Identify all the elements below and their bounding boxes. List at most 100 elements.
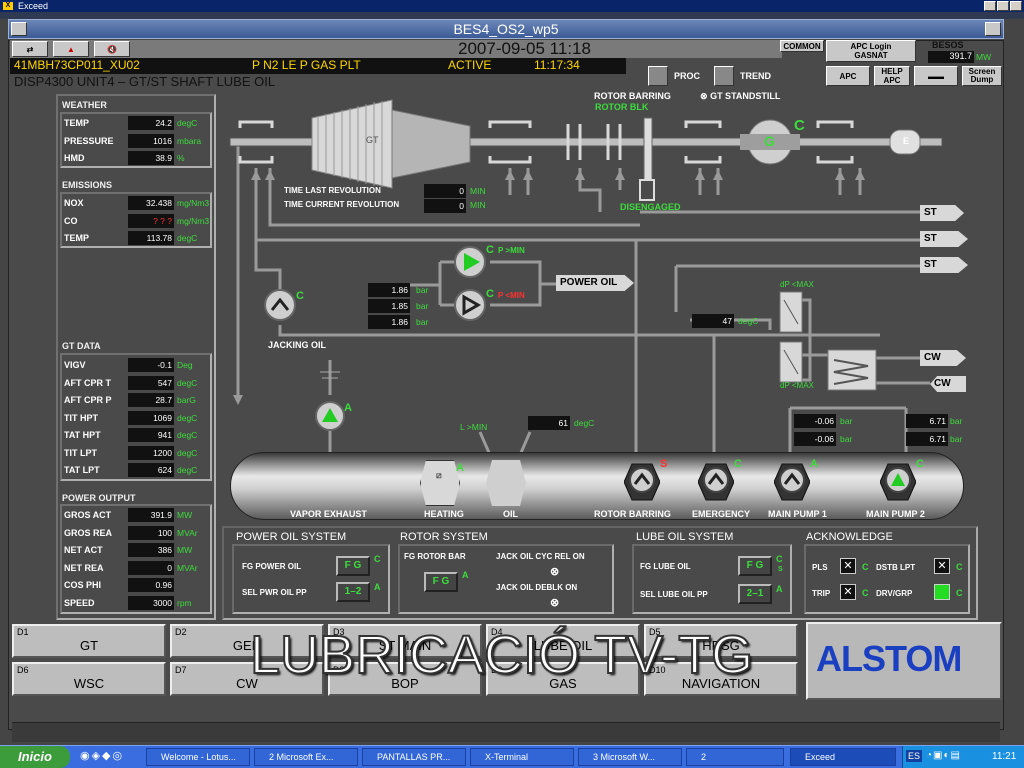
proc-indicator[interactable]	[648, 66, 668, 86]
dstb-lpt-ack-checkbox[interactable]: ✕	[934, 558, 950, 574]
gt-data-aft-cpr-p-label: AFT CPR P	[64, 395, 112, 405]
trip-c: C	[862, 588, 869, 598]
st-link-2[interactable]: ST	[920, 231, 968, 247]
power-oil-pressure-3: 1.86	[368, 315, 410, 329]
taskbar-item-1[interactable]: Welcome - Lotus...	[146, 748, 250, 766]
pls-label: PLS	[812, 563, 828, 572]
weather-hmd-label: HMD	[64, 153, 85, 163]
fg-rotor-bar-button[interactable]: F G	[424, 572, 458, 592]
emissions-nox-unit: mg/Nm3	[177, 198, 210, 208]
emissions-temp-unit: degC	[177, 233, 198, 243]
proc-label[interactable]: PROC	[674, 71, 700, 81]
st-link-1[interactable]: ST	[920, 205, 964, 221]
min-unit-1: MIN	[470, 186, 486, 196]
jack-oil-deblk-label: JACK OIL DEBLK ON	[496, 583, 578, 592]
nav-gt-button[interactable]: D1 GT	[12, 624, 166, 658]
main-pump2-label: MAIN PUMP 2	[866, 509, 925, 519]
window-title: BES4_OS2_wp5	[453, 21, 559, 37]
fg-power-oil-button[interactable]: F G	[336, 556, 370, 576]
start-button[interactable]: Inicio	[0, 746, 70, 768]
tank-pump-2[interactable]	[697, 462, 735, 502]
taskbar-item-7[interactable]: Exceed	[790, 748, 896, 766]
clock: 11:21	[992, 751, 1017, 762]
gt-data-aft-cpr-t-value: 547	[128, 376, 174, 390]
emergency-label: EMERGENCY	[692, 509, 751, 519]
pump1-bar-unit-1: bar	[840, 416, 853, 426]
nav-wsc-button[interactable]: D6 WSC	[12, 662, 166, 696]
p-min-low-label: P <MIN	[498, 291, 525, 300]
language-indicator[interactable]: ES	[906, 750, 923, 762]
gt-data-tit-lpt-unit: degC	[177, 448, 198, 458]
sel-lube-oil-pp-button[interactable]: 2–1	[738, 584, 772, 604]
tank-pump-1[interactable]	[623, 462, 661, 502]
minimize-icon[interactable]	[984, 1, 996, 11]
screen-dump-shortcut[interactable]: ▬▬	[914, 66, 958, 86]
apc-button[interactable]: APC	[826, 66, 870, 86]
besos-value: 391.7	[928, 51, 974, 63]
alarm-button[interactable]: ▲	[53, 41, 89, 57]
tank-pump-3[interactable]	[773, 462, 811, 502]
alarm-state: ACTIVE	[448, 58, 492, 72]
taskbar-item-2[interactable]: 2 Microsoft Ex...	[254, 748, 358, 766]
dstb-lpt-c: C	[956, 562, 963, 572]
pump1-bar-unit-2: bar	[840, 434, 853, 444]
window-resize-icon[interactable]	[985, 22, 1001, 36]
window-titlebar[interactable]: BES4_OS2_wp5	[8, 19, 1004, 39]
screen: X Exceed BES4_OS2_wp5 ⇄ ▲ 🔇 2007-09-05 1…	[0, 0, 1024, 768]
drv-grp-c: C	[956, 588, 963, 598]
pump-p-min-c: C	[486, 244, 494, 256]
cw-link-1[interactable]: CW	[920, 350, 966, 366]
trend-indicator[interactable]	[714, 66, 734, 86]
gt-data-tat-lpt-unit: degC	[177, 465, 198, 475]
power-output-gros-act-label: GROS ACT	[64, 510, 112, 520]
taskbar-item-4[interactable]: X-Terminal	[470, 748, 574, 766]
main-pump1-label: MAIN PUMP 1	[768, 509, 827, 519]
quick-launch-icons[interactable]: ◉◈◆◎	[80, 749, 142, 765]
heating-label: HEATING	[424, 509, 464, 519]
window-menu-icon[interactable]	[11, 22, 27, 36]
time-current-revolution-label: TIME CURRENT REVOLUTION	[284, 200, 400, 209]
screen-dump-button[interactable]: Screen Dump	[962, 66, 1002, 86]
fg-lube-oil-button[interactable]: F G	[738, 556, 772, 576]
pump1-pressure-2: -0.06	[794, 432, 836, 446]
nav-label: WSC	[73, 676, 105, 691]
sel-pwr-oil-pp-button[interactable]: 1–2	[336, 582, 370, 602]
apc-login-button[interactable]: APC Login GASNAT	[826, 40, 916, 62]
mute-button[interactable]: 🔇	[94, 41, 130, 57]
pump2-pressure-1: 6.71	[906, 414, 948, 428]
dp-max-label-2: dP <MAX	[780, 381, 814, 390]
st-link-3[interactable]: ST	[920, 257, 968, 273]
tank-pump-4[interactable]	[879, 462, 917, 502]
close-icon[interactable]	[1010, 1, 1022, 11]
power-oil-pressure-1: 1.86	[368, 283, 410, 297]
dstb-lpt-label: DSTB LPT	[876, 563, 916, 572]
taskbar-item-6[interactable]: 2	[686, 748, 784, 766]
alarm-time: 11:17:34	[534, 58, 580, 72]
maximize-icon[interactable]	[997, 1, 1009, 11]
fg-power-oil-c: C	[374, 554, 381, 564]
power-oil-link[interactable]: POWER OIL	[556, 275, 634, 291]
gt-data-tat-lpt-label: TAT LPT	[64, 465, 100, 475]
gt-data-vigv-label: VIGV	[64, 360, 86, 370]
taskbar-item-3[interactable]: PANTALLAS PR...	[362, 748, 466, 766]
power-output-net-act-label: NET ACT	[64, 545, 103, 555]
acknowledge-box	[804, 544, 970, 614]
pump-icon	[697, 463, 735, 501]
tray-icons[interactable]: ◔▣◐▤	[926, 750, 961, 761]
trip-ack-checkbox[interactable]: ✕	[840, 584, 856, 600]
trend-label[interactable]: TREND	[740, 71, 771, 81]
gt-data-tit-hpt-value: 1069	[128, 411, 174, 425]
pump-icon	[773, 463, 811, 501]
nav-label: GT	[79, 638, 99, 653]
exceed-titlebar[interactable]: X Exceed	[0, 0, 1024, 12]
cw-link-2[interactable]: CW	[930, 376, 966, 392]
pls-ack-checkbox[interactable]: ✕	[840, 558, 856, 574]
time-last-revolution-label: TIME LAST REVOLUTION	[284, 186, 381, 195]
heating-element[interactable]	[420, 460, 460, 506]
help-apc-button[interactable]: HELP APC	[874, 66, 910, 86]
drv-grp-ack-checkbox[interactable]	[934, 584, 950, 600]
logout-button[interactable]: ⇄	[12, 41, 48, 57]
common-button[interactable]: COMMON	[780, 40, 824, 52]
sel-pwr-oil-pp-label: SEL PWR OIL PP	[242, 588, 307, 597]
taskbar-item-5[interactable]: 3 Microsoft W...	[578, 748, 682, 766]
